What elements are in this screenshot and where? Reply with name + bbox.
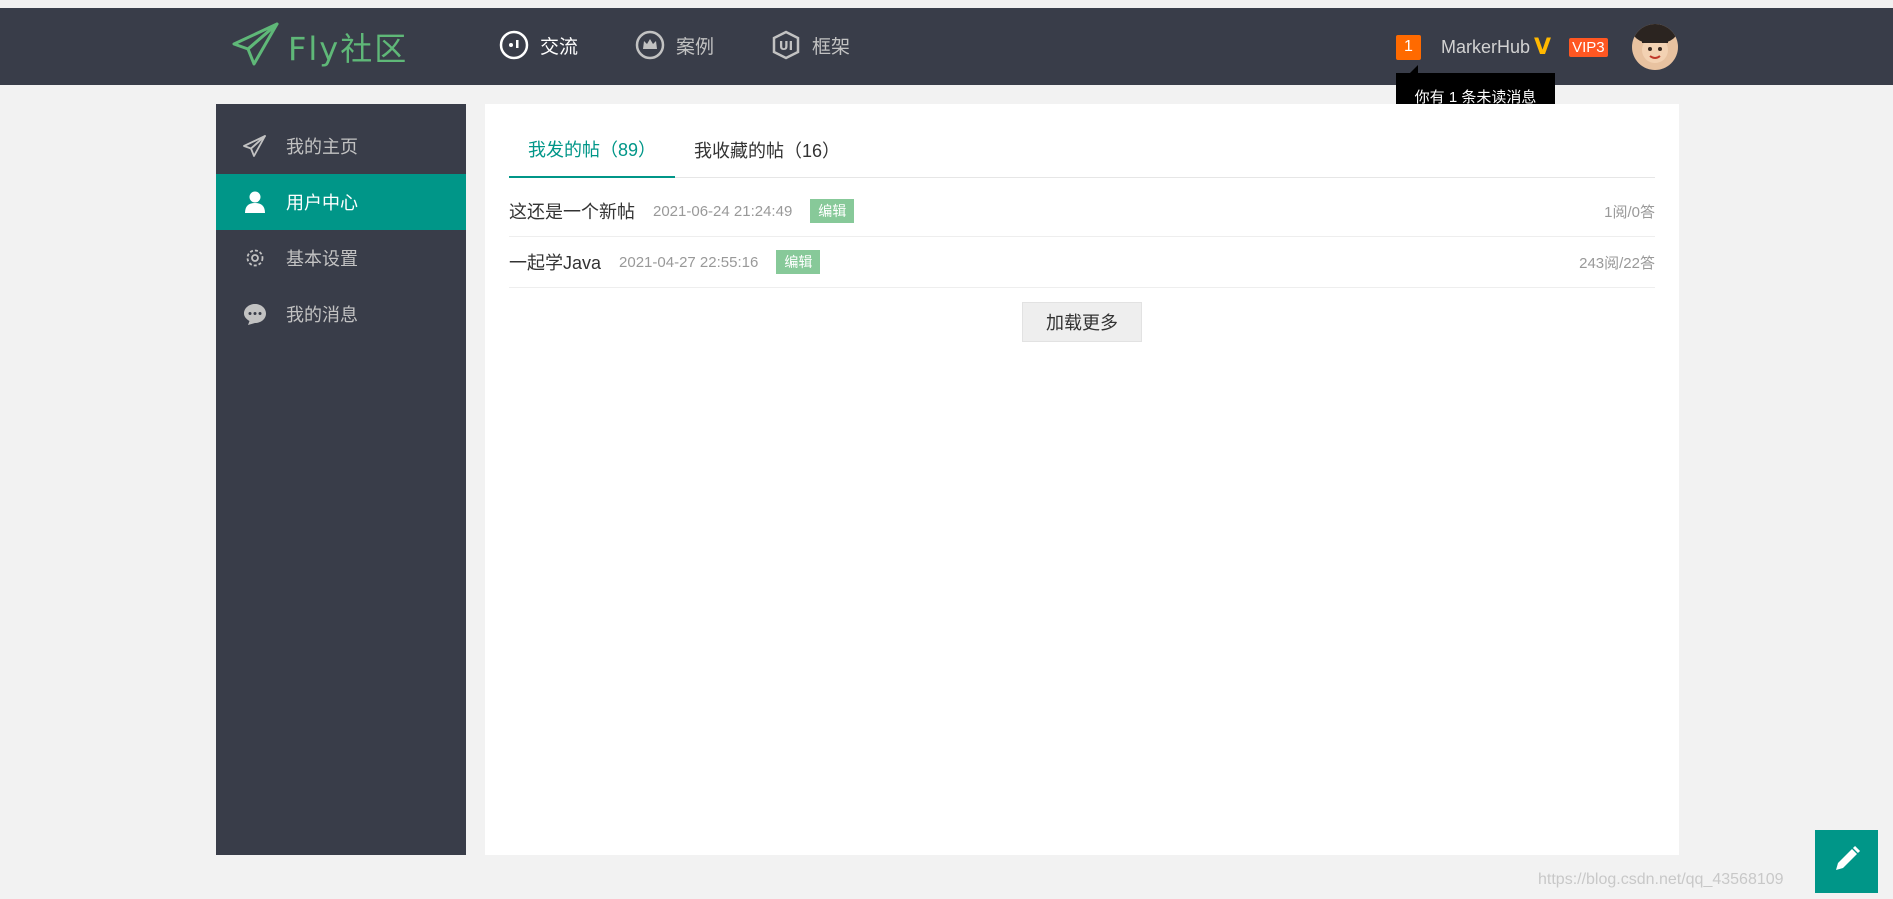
- sidebar-item-settings[interactable]: 基本设置: [216, 230, 466, 286]
- post-tabs: 我发的帖（89） 我收藏的帖（16）: [509, 122, 1655, 178]
- post-stats: 1阅/0答: [1604, 203, 1655, 221]
- nav-label: 交流: [540, 36, 579, 58]
- sidebar-item-user-center[interactable]: 用户中心: [216, 174, 466, 230]
- post-stats: 243阅/22答: [1579, 254, 1655, 272]
- edit-button[interactable]: 编辑: [776, 250, 821, 274]
- sidebar-item-label: 基本设置: [286, 249, 358, 269]
- top-header: Fly社区 交流 案例 UI 框架 1 MarkerHub V VIP3: [0, 8, 1893, 85]
- user-area: 1 MarkerHub V VIP3: [1396, 24, 1678, 70]
- nav-item-cases[interactable]: 案例: [634, 28, 714, 62]
- nav-item-exchange[interactable]: 交流: [498, 28, 578, 62]
- sidebar-item-home[interactable]: 我的主页: [216, 118, 466, 174]
- chat-bubble-icon: [498, 29, 530, 61]
- ui-shield-icon: UI: [770, 29, 802, 61]
- message-bubble-icon: [242, 301, 268, 327]
- vip-badge: VIP3: [1569, 37, 1608, 57]
- svg-text:UI: UI: [779, 39, 793, 53]
- username-link[interactable]: MarkerHub: [1441, 37, 1530, 58]
- site-logo[interactable]: Fly社区: [232, 22, 408, 71]
- post-title-link[interactable]: 这还是一个新帖: [509, 198, 635, 224]
- logo-text: Fly社区: [288, 29, 409, 68]
- gear-icon: [242, 245, 268, 271]
- main-nav: 交流 案例 UI 框架: [498, 28, 906, 62]
- avatar[interactable]: [1631, 24, 1678, 70]
- sidebar: 我的主页 用户中心 基本设置 我的消息: [216, 104, 466, 855]
- sidebar-item-label: 用户中心: [286, 193, 358, 213]
- sidebar-item-label: 我的主页: [286, 137, 358, 157]
- nav-label: 案例: [676, 36, 715, 58]
- crown-icon: [634, 29, 666, 61]
- pencil-icon: [1832, 844, 1862, 879]
- post-list: 这还是一个新帖 2021-06-24 21:24:49 编辑 1阅/0答 一起学…: [509, 186, 1655, 288]
- tab-favorite-posts[interactable]: 我收藏的帖（16）: [675, 122, 859, 178]
- top-strip: [0, 0, 1893, 8]
- table-row: 这还是一个新帖 2021-06-24 21:24:49 编辑 1阅/0答: [509, 186, 1655, 237]
- sidebar-item-label: 我的消息: [286, 305, 358, 325]
- table-row: 一起学Java 2021-04-27 22:55:16 编辑 243阅/22答: [509, 237, 1655, 288]
- paper-plane-icon: [242, 133, 268, 159]
- main-content: 我发的帖（89） 我收藏的帖（16） 这还是一个新帖 2021-06-24 21…: [485, 104, 1679, 855]
- sidebar-item-messages[interactable]: 我的消息: [216, 286, 466, 342]
- user-icon: [242, 189, 268, 215]
- edit-button[interactable]: 编辑: [810, 199, 855, 223]
- message-count-badge[interactable]: 1: [1396, 34, 1421, 60]
- paper-plane-logo-icon: [232, 22, 280, 71]
- post-time: 2021-04-27 22:55:16: [619, 253, 759, 271]
- post-title-link[interactable]: 一起学Java: [509, 249, 601, 275]
- tab-my-posts[interactable]: 我发的帖（89）: [509, 122, 676, 178]
- load-more-button[interactable]: 加载更多: [1022, 302, 1142, 342]
- nav-item-framework[interactable]: UI 框架: [770, 28, 850, 62]
- post-time: 2021-06-24 21:24:49: [653, 202, 793, 220]
- verified-icon: V: [1534, 34, 1552, 60]
- new-post-button[interactable]: [1815, 830, 1878, 893]
- watermark-text: https://blog.csdn.net/qq_43568109: [1538, 871, 1784, 888]
- nav-label: 框架: [812, 36, 851, 58]
